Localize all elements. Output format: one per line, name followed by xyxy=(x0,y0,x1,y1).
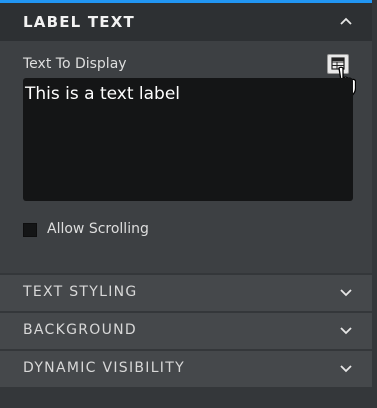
section-title: BACKGROUND xyxy=(23,322,137,338)
allow-scrolling-label: Allow Scrolling xyxy=(47,221,149,237)
section-title: LABEL TEXT xyxy=(23,13,135,31)
section-header-text-styling[interactable]: TEXT STYLING xyxy=(0,275,372,311)
section-header-background[interactable]: BACKGROUND xyxy=(0,313,372,349)
chevron-up-icon[interactable] xyxy=(340,17,352,25)
label-text-section-body: Text To Display This is a text label All… xyxy=(0,41,372,273)
section-header-dynamic-visibility[interactable]: DYNAMIC VISIBILITY xyxy=(0,351,372,387)
allow-scrolling-checkbox[interactable] xyxy=(23,223,37,237)
chevron-down-icon[interactable] xyxy=(340,365,352,373)
section-title: TEXT STYLING xyxy=(23,284,138,300)
scrollbar-track[interactable] xyxy=(372,0,377,408)
chevron-down-icon[interactable] xyxy=(340,327,352,335)
section-title: DYNAMIC VISIBILITY xyxy=(23,360,185,376)
text-to-display-input[interactable]: This is a text label xyxy=(23,78,353,201)
chevron-down-icon[interactable] xyxy=(340,289,352,297)
text-to-display-label: Text To Display xyxy=(23,56,127,72)
section-header-label-text[interactable]: LABEL TEXT xyxy=(0,3,372,41)
